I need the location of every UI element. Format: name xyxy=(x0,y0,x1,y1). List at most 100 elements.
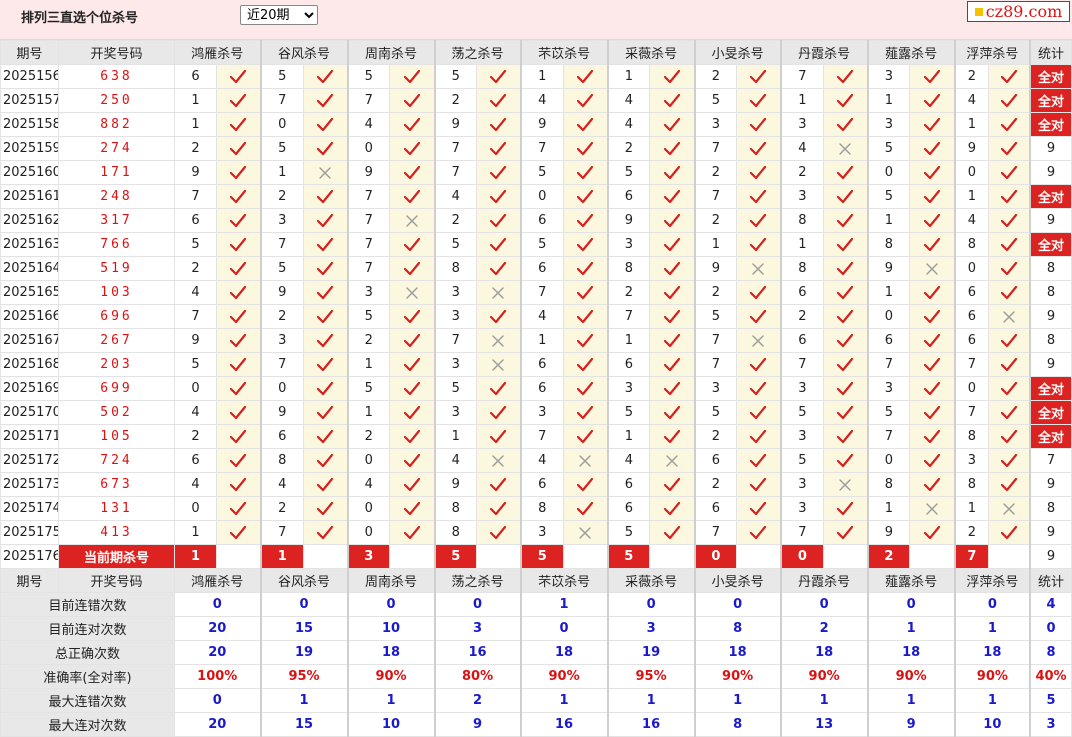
check-icon xyxy=(736,232,782,257)
current-kill-label: 当前期杀号 xyxy=(58,544,175,569)
table-row: 2025168 203 5 7 1 3 6 6 7 7 7 7 9 xyxy=(0,352,1072,377)
kill-number: 0 xyxy=(174,496,217,521)
check-icon xyxy=(823,328,869,353)
current-kill-number: 5 xyxy=(607,544,651,569)
stat-value: 18 xyxy=(520,640,609,665)
kill-number: 7 xyxy=(434,328,478,353)
check-icon xyxy=(476,520,522,545)
kill-number: 6 xyxy=(520,376,565,401)
stat-row: 目前连错次数 0 0 0 0 1 0 0 0 0 0 4 xyxy=(0,592,1072,617)
check-icon xyxy=(649,208,696,233)
cross-icon xyxy=(823,472,869,497)
kill-number: 1 xyxy=(260,160,305,185)
site-logo[interactable]: cz89.com xyxy=(967,1,1070,22)
kill-number: 2 xyxy=(954,64,990,89)
check-icon xyxy=(215,112,262,137)
kill-number: 8 xyxy=(867,232,911,257)
issue-number: 2025174 xyxy=(0,496,59,521)
stat-value: 0 xyxy=(867,592,956,617)
all-correct-badge: 全对 xyxy=(1029,232,1072,257)
kill-number: 5 xyxy=(347,376,391,401)
header-issue: 期号 xyxy=(0,568,59,593)
kill-number: 0 xyxy=(520,184,565,209)
kill-number: 8 xyxy=(434,520,478,545)
kill-number: 7 xyxy=(867,352,911,377)
header-expert: 荡之杀号 xyxy=(434,568,522,593)
stat-value: 2 xyxy=(434,688,522,713)
kill-number: 3 xyxy=(434,352,478,377)
draw-number: 882 xyxy=(58,112,175,137)
kill-number: 5 xyxy=(347,64,391,89)
stat-value: 1 xyxy=(867,616,956,641)
kill-number: 9 xyxy=(347,160,391,185)
kill-number: 5 xyxy=(520,232,565,257)
kill-number: 4 xyxy=(954,208,990,233)
current-kill-blank xyxy=(476,544,522,569)
kill-number: 3 xyxy=(607,232,651,257)
table-row: 2025173 673 4 4 4 9 6 6 2 3 8 8 9 xyxy=(0,472,1072,497)
check-icon xyxy=(476,400,522,425)
header-issue: 期号 xyxy=(0,40,59,65)
kill-number: 1 xyxy=(867,88,911,113)
kill-number: 4 xyxy=(434,184,478,209)
check-icon xyxy=(909,160,956,185)
check-icon xyxy=(303,352,349,377)
current-issue-number: 2025176 xyxy=(0,544,59,569)
check-icon xyxy=(563,424,609,449)
kill-number: 2 xyxy=(174,424,217,449)
kill-number: 7 xyxy=(434,136,478,161)
correct-count: 9 xyxy=(1029,208,1072,233)
stat-value: 16 xyxy=(434,640,522,665)
current-kill-number: 0 xyxy=(780,544,825,569)
stat-row: 最大连错次数 0 1 1 2 1 1 1 1 1 1 5 xyxy=(0,688,1072,713)
kill-number: 3 xyxy=(520,520,565,545)
kill-number: 5 xyxy=(260,136,305,161)
kill-number: 4 xyxy=(607,88,651,113)
header-expert: 谷风杀号 xyxy=(260,40,349,65)
kill-number: 7 xyxy=(434,160,478,185)
stat-value: 1 xyxy=(694,688,782,713)
check-icon xyxy=(476,376,522,401)
cross-icon xyxy=(563,448,609,473)
table-row: 2025175 413 1 7 0 8 3 5 7 7 9 2 9 xyxy=(0,520,1072,545)
check-icon xyxy=(215,256,262,281)
kill-number: 6 xyxy=(954,328,990,353)
check-icon xyxy=(988,400,1032,425)
check-icon xyxy=(823,352,869,377)
check-icon xyxy=(563,232,609,257)
period-select[interactable]: 近20期 xyxy=(240,5,318,25)
stat-value: 19 xyxy=(607,640,696,665)
cross-icon xyxy=(476,448,522,473)
cross-icon xyxy=(736,328,782,353)
check-icon xyxy=(303,280,349,305)
logo-text: cz89.com xyxy=(985,2,1063,21)
current-stat: 9 xyxy=(1029,544,1072,569)
kill-number: 8 xyxy=(780,208,825,233)
kill-number: 1 xyxy=(867,496,911,521)
check-icon xyxy=(909,352,956,377)
draw-number: 413 xyxy=(58,520,175,545)
draw-number: 519 xyxy=(58,256,175,281)
kill-number: 2 xyxy=(954,520,990,545)
kill-number: 8 xyxy=(607,256,651,281)
stat-value: 8 xyxy=(694,616,782,641)
stat-value: 1 xyxy=(607,688,696,713)
kill-number: 1 xyxy=(347,400,391,425)
check-icon xyxy=(823,184,869,209)
check-icon xyxy=(389,184,436,209)
header-expert: 丹霞杀号 xyxy=(780,40,869,65)
correct-count: 8 xyxy=(1029,256,1072,281)
kill-number: 5 xyxy=(347,304,391,329)
kill-number: 7 xyxy=(260,88,305,113)
header-expert: 薤露杀号 xyxy=(867,568,956,593)
stat-value: 3 xyxy=(607,616,696,641)
cross-icon xyxy=(303,160,349,185)
check-icon xyxy=(909,136,956,161)
draw-number: 103 xyxy=(58,280,175,305)
draw-number: 673 xyxy=(58,472,175,497)
table-row: 2025172 724 6 8 0 4 4 4 6 5 0 3 7 xyxy=(0,448,1072,473)
kill-number: 2 xyxy=(174,256,217,281)
draw-number: 638 xyxy=(58,64,175,89)
check-icon xyxy=(909,280,956,305)
table-row: 2025157 250 1 7 7 2 4 4 5 1 1 4 全对 xyxy=(0,88,1072,113)
